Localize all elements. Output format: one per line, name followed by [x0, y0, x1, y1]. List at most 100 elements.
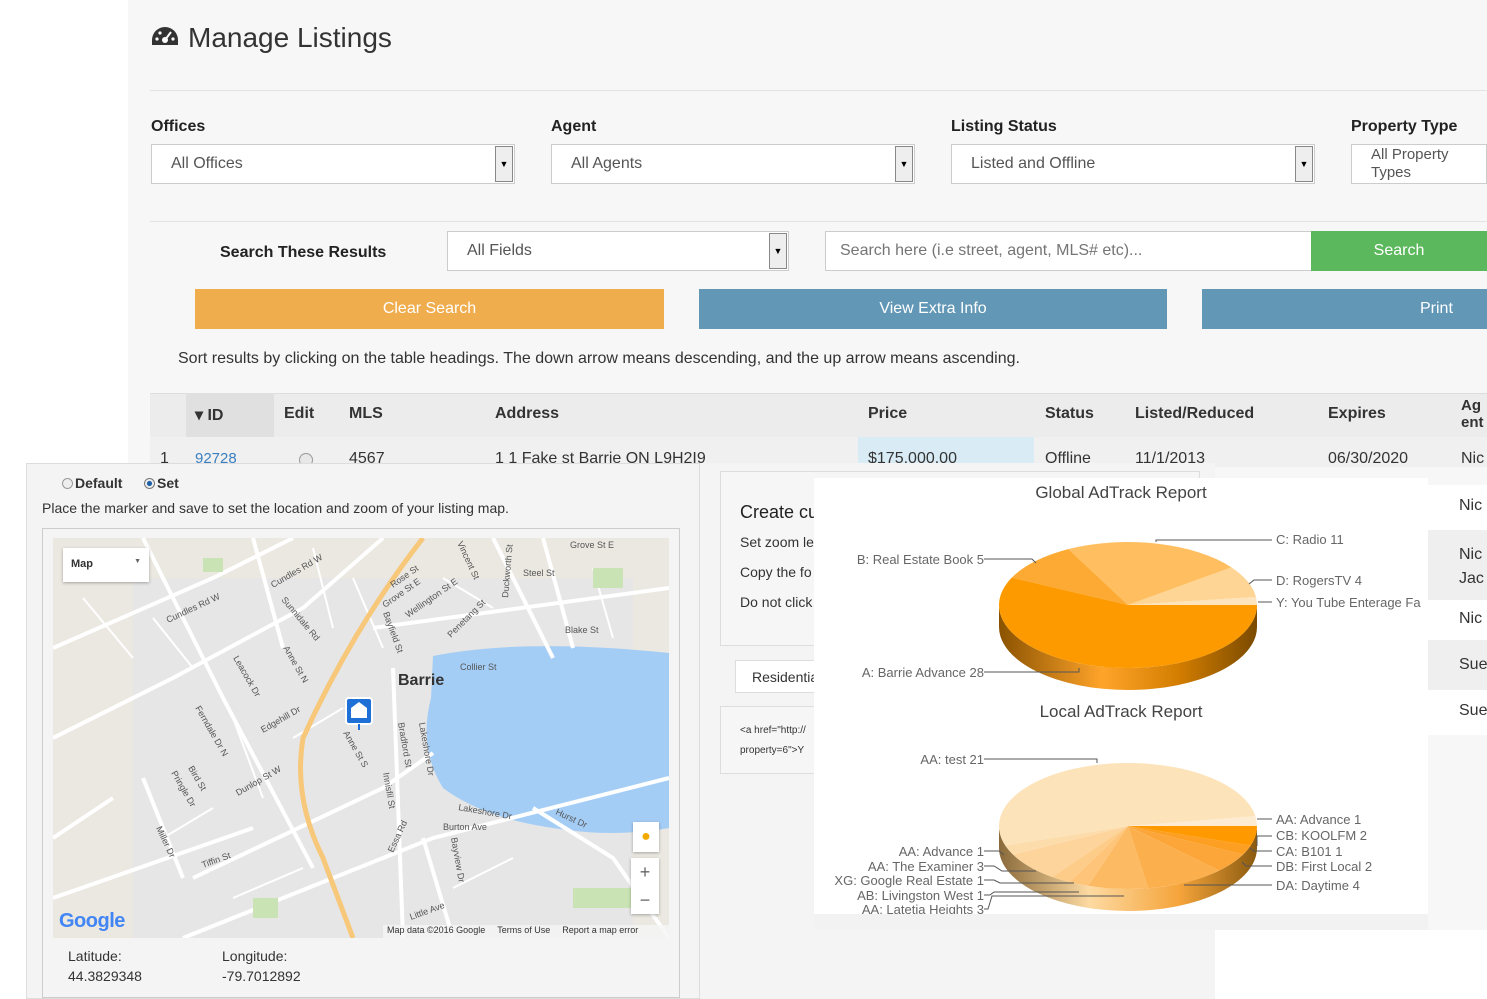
agent-cell: Nic [1428, 485, 1487, 530]
search-field-value: All Fields [467, 242, 532, 259]
zoom-out-icon[interactable]: − [631, 886, 659, 914]
pie-label: Y: You Tube Enterage Fa [1276, 595, 1421, 610]
agent-label: Agent [551, 118, 597, 135]
map-city-label: Barrie [398, 672, 444, 689]
property-type-select[interactable]: All Property Types [1351, 144, 1487, 184]
map-street-label: Collier St [460, 662, 497, 672]
search-input[interactable] [825, 231, 1312, 271]
pie-label: AB: Livingston West 1 [857, 888, 984, 903]
header-edit[interactable]: Edit [284, 405, 314, 423]
longitude-value: -79.7012892 [222, 968, 301, 984]
agent-cell: Nic Jac [1428, 530, 1487, 600]
instruction-line: Set zoom le [740, 534, 814, 550]
adtrack-charts: Global AdTrack Report Local AdTrack Repo… [814, 478, 1428, 928]
pie-label: AA: Advance 1 [898, 844, 984, 859]
header-listed[interactable]: Listed/Reduced [1135, 405, 1254, 423]
listing-status-value: Listed and Offline [971, 155, 1096, 172]
chevron-down-icon: ▼ [895, 146, 913, 182]
agent-cell: Nic [1428, 600, 1487, 640]
latitude-label: Latitude: [68, 948, 122, 964]
search-field-select[interactable]: All Fields ▼ [447, 231, 789, 271]
agent-value: All Agents [571, 155, 643, 172]
radio-default-circle[interactable] [62, 477, 73, 489]
pie-label: CA: B101 1 [1276, 844, 1343, 859]
offices-select[interactable]: All Offices ▼ [151, 144, 515, 184]
pie-label: DB: First Local 2 [1276, 859, 1373, 874]
divider [150, 90, 1487, 91]
terms-link[interactable]: Terms of Use [497, 925, 550, 938]
latitude-value: 44.3829348 [68, 968, 142, 984]
listing-status-label: Listing Status [951, 118, 1057, 135]
radio-default-label: Default [75, 475, 123, 491]
agent-cell: Sue [1428, 640, 1487, 690]
header-price[interactable]: Price [868, 405, 907, 423]
chart-footer [814, 914, 1428, 930]
google-logo: Google [59, 910, 125, 932]
header-id[interactable]: ▾ ID [195, 405, 223, 425]
pie-label: AA: Advance 1 [1276, 812, 1362, 827]
clear-search-button[interactable]: Clear Search [195, 289, 664, 329]
radio-set[interactable]: Set [144, 475, 179, 491]
print-button[interactable]: Print [1202, 289, 1487, 329]
instructions-heading: Create cu [740, 502, 819, 522]
dashboard-icon [152, 27, 178, 45]
property-type-label: Property Type [1351, 118, 1458, 135]
street-view-pegman-icon[interactable]: ● [633, 822, 659, 852]
map-street-label: Burton Ave [443, 822, 487, 832]
instruction-line: Do not click [740, 594, 813, 610]
divider [150, 221, 1487, 222]
blank-area [1215, 930, 1487, 999]
map-street-label: Steel St [523, 568, 555, 578]
pie-label: A: Barrie Advance 28 [861, 665, 984, 680]
map-attribution: Map data ©2016 Google Terms of Use Report … [383, 925, 669, 938]
search-button[interactable]: Search [1311, 231, 1487, 271]
google-map[interactable]: Grove St E Steel St Blake St Collier St … [53, 538, 669, 938]
agent-name: Jac [1459, 570, 1484, 587]
zoom-control[interactable]: + − [631, 858, 659, 914]
agent-select[interactable]: All Agents ▼ [551, 144, 915, 184]
page-title-text: Manage Listings [188, 22, 392, 53]
map-street-label: Vincent St [455, 540, 482, 582]
map-street-label: Grove St E [570, 540, 614, 550]
expires-cell: 06/30/2020 [1328, 450, 1409, 467]
radio-set-circle[interactable] [144, 477, 155, 489]
pie-label: D: RogersTV 4 [1276, 573, 1362, 588]
global-pie [999, 542, 1257, 690]
header-status[interactable]: Status [1045, 405, 1094, 423]
zoom-in-icon[interactable]: + [631, 858, 659, 886]
pie-label: C: Radio 11 [1276, 532, 1344, 547]
header-mls[interactable]: MLS [349, 405, 383, 423]
map-type-label: Map [71, 558, 93, 570]
pie-label: AA: The Examiner 3 [867, 859, 984, 874]
pie-label: DA: Daytime 4 [1276, 878, 1360, 893]
sort-hint: Sort results by clicking on the table he… [178, 350, 1020, 367]
chevron-down-icon: ▼ [134, 558, 141, 565]
chevron-down-icon: ▼ [769, 233, 787, 269]
map-street-label: Blake St [565, 625, 599, 635]
listing-status-select[interactable]: Listed and Offline ▼ [951, 144, 1315, 184]
local-pie [999, 763, 1257, 911]
chevron-down-icon: ▼ [495, 146, 513, 182]
map-canvas[interactable]: Grove St E Steel St Blake St Collier St … [53, 538, 669, 938]
pie-label: B: Real Estate Book 5 [856, 552, 984, 567]
report-error-link[interactable]: Report a map error [562, 925, 638, 938]
map-type-select[interactable]: Map ▼ [63, 548, 149, 582]
property-type-value: All Property Types [1371, 146, 1449, 181]
radio-default[interactable]: Default [62, 475, 122, 491]
search-label: Search These Results [220, 244, 387, 261]
agent-cell: Nic [1461, 450, 1485, 467]
pie-label: CB: KOOLFM 2 [1276, 828, 1368, 843]
pie-label: AA: test 21 [920, 752, 984, 767]
view-extra-info-button[interactable]: View Extra Info [699, 289, 1167, 329]
header-expires[interactable]: Expires [1328, 405, 1386, 423]
chevron-down-icon: ▼ [1295, 146, 1313, 182]
agent-cell: Sue [1428, 690, 1487, 735]
longitude-label: Longitude: [222, 948, 288, 964]
map-instructions: Place the marker and save to set the loc… [42, 500, 509, 516]
header-address[interactable]: Address [495, 405, 559, 423]
radio-set-label: Set [157, 475, 179, 491]
offices-label: Offices [151, 118, 206, 135]
instruction-line: Copy the fo [740, 564, 812, 580]
map-data-text: Map data ©2016 Google [387, 925, 486, 935]
header-agent[interactable]: Agent [1461, 397, 1487, 431]
